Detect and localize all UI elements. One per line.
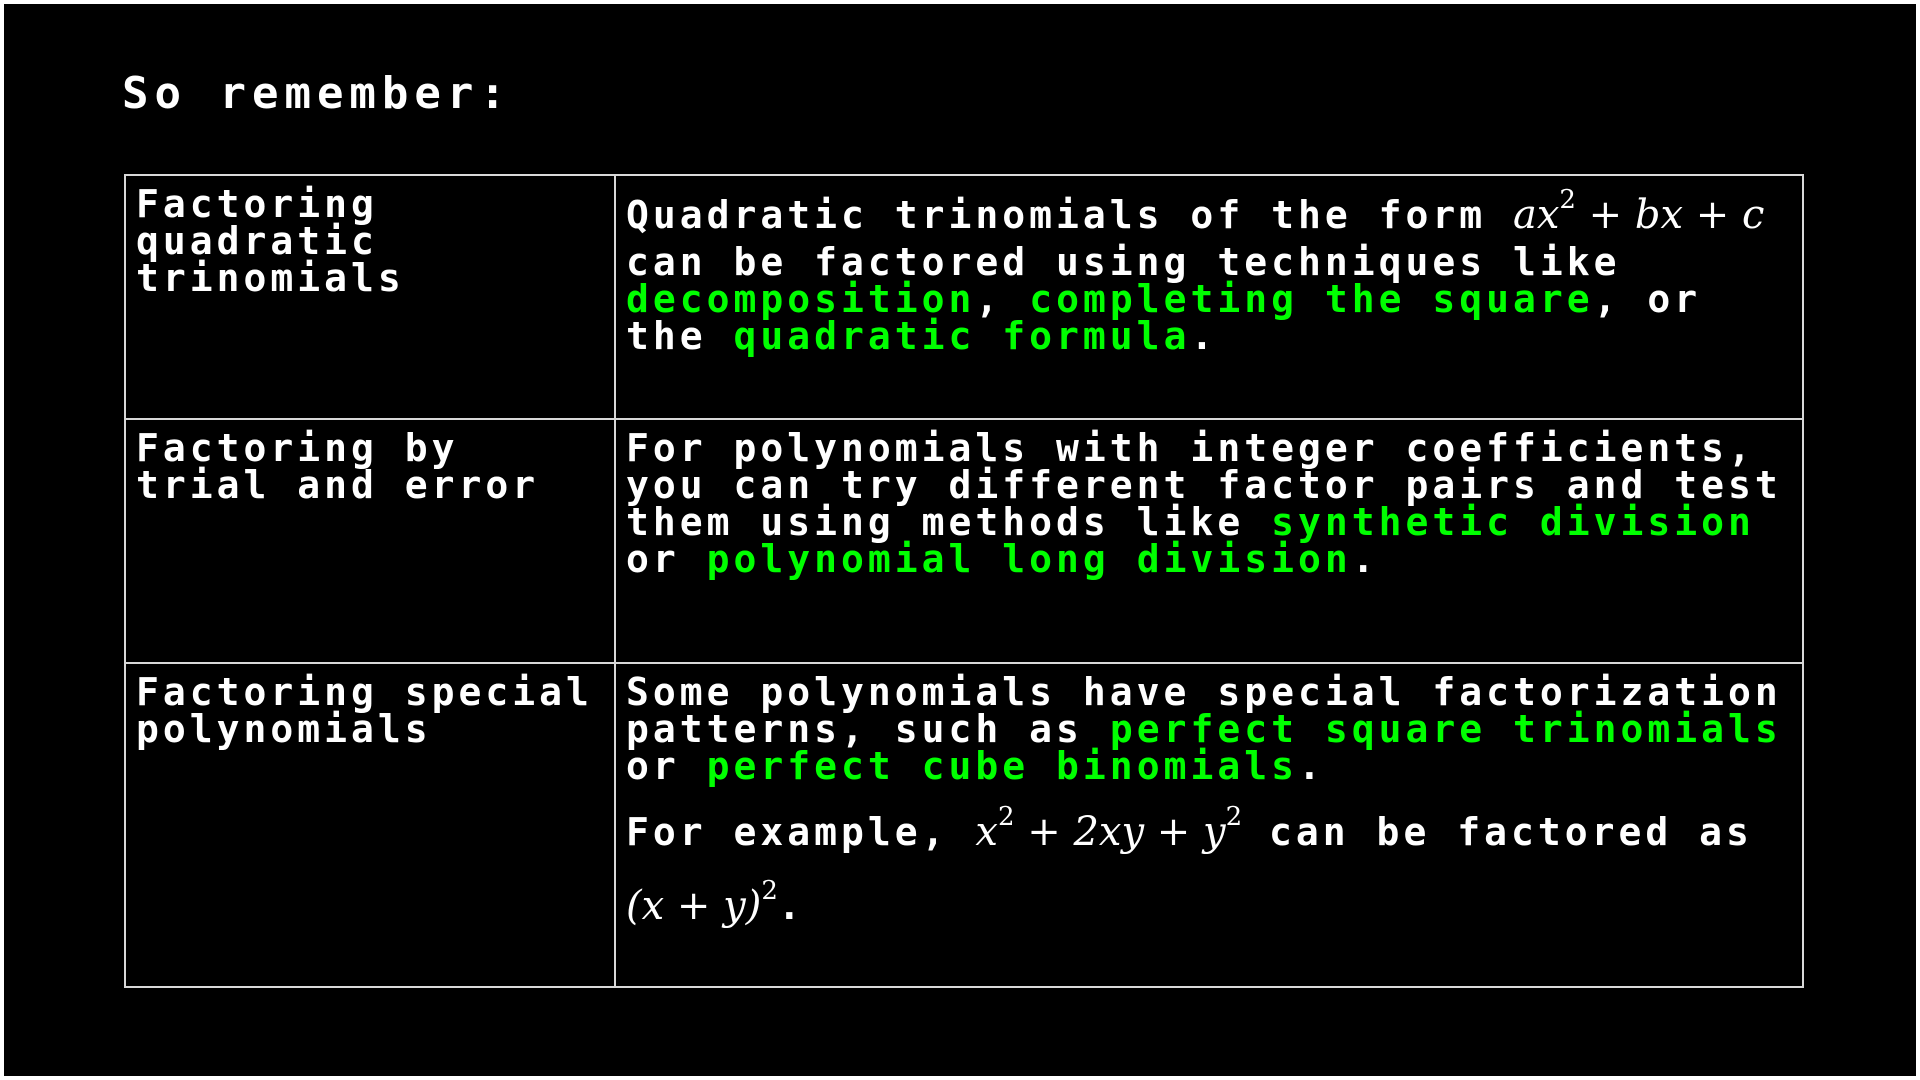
- highlight-term: quadratic formula: [733, 314, 1191, 358]
- desc-text: .: [1351, 537, 1379, 581]
- formula-part: (x + y): [626, 883, 762, 929]
- desc-paragraph: Some polynomials have special factorizat…: [626, 673, 1794, 788]
- table-row: Factoring special polynomials Some polyn…: [124, 662, 1804, 988]
- desc-text: For example,: [626, 810, 976, 854]
- formula-exponent: 2: [997, 802, 1015, 832]
- desc-text: .: [1190, 314, 1218, 358]
- highlight-term: perfect cube binomials: [706, 744, 1298, 788]
- desc-text: Quadratic trinomials of the form: [626, 193, 1513, 237]
- topic-cell: Factoring special polynomials: [124, 662, 616, 988]
- table-row: Factoring by trial and error For polynom…: [124, 418, 1804, 664]
- formula-factored: (x + y)2: [626, 878, 778, 929]
- desc-text: can be factored as: [1242, 810, 1753, 854]
- desc-text: .: [777, 884, 805, 928]
- slide: So remember: Factoring quadratic trinomi…: [4, 4, 1916, 1076]
- formula-exponent: 2: [1225, 802, 1243, 832]
- description-cell: Some polynomials have special factorizat…: [614, 662, 1804, 988]
- table-row: Factoring quadratic trinomials Quadratic…: [124, 174, 1804, 420]
- desc-text: .: [1297, 744, 1325, 788]
- description-cell: For polynomials with integer coefficient…: [614, 418, 1804, 664]
- formula-expression: x2 + 2xy + y2: [975, 804, 1242, 855]
- formula-part: x: [975, 809, 998, 855]
- desc-text: or: [626, 537, 707, 581]
- desc-text: or: [626, 744, 707, 788]
- formula-part: + bx + c: [1575, 192, 1765, 238]
- highlight-term: polynomial long division: [706, 537, 1352, 581]
- formula-trinomial: ax2 + bx + c: [1512, 187, 1765, 238]
- topic-cell: Factoring by trial and error: [124, 418, 616, 664]
- description-cell: Quadratic trinomials of the form ax2 + b…: [614, 174, 1804, 420]
- topic-cell: Factoring quadratic trinomials: [124, 174, 616, 420]
- formula-part: ax: [1512, 192, 1560, 238]
- example-paragraph: For example, x2 + 2xy + y2 can be factor…: [626, 795, 1794, 943]
- formula-part: + 2xy + y: [1014, 809, 1226, 855]
- summary-table: Factoring quadratic trinomials Quadratic…: [124, 174, 1804, 988]
- formula-exponent: 2: [1559, 185, 1576, 215]
- formula-exponent: 2: [761, 876, 778, 906]
- page-title: So remember:: [122, 68, 512, 119]
